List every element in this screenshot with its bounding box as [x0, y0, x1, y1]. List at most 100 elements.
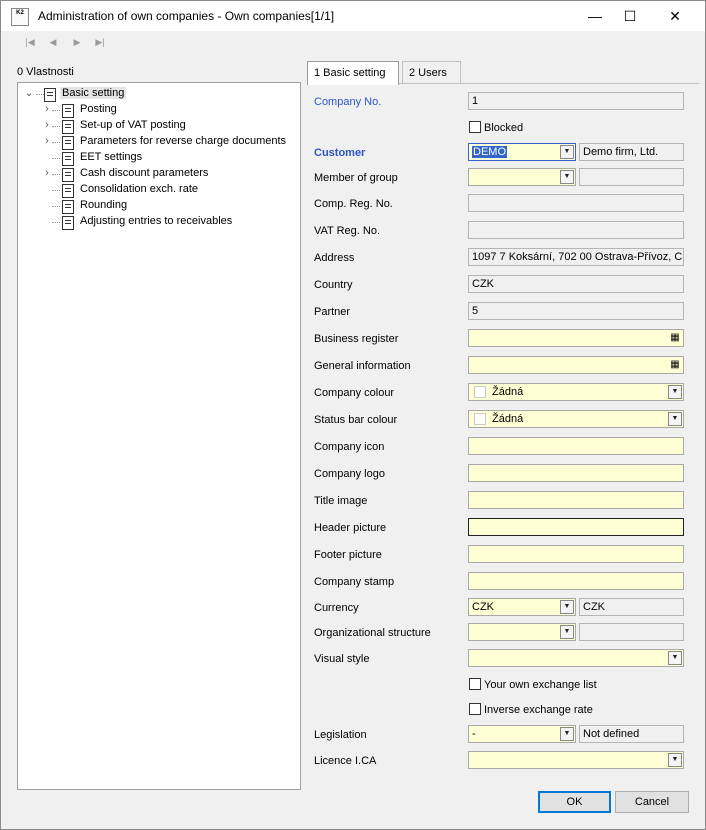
address-label: Address	[314, 252, 355, 264]
tree-item-label: Adjusting entries to receivables	[80, 215, 233, 227]
company-stamp-field[interactable]	[468, 572, 684, 590]
dropdown-arrow-icon[interactable]: ▼	[560, 600, 574, 614]
member-of-group-select[interactable]: ▼	[468, 168, 576, 186]
document-icon	[44, 88, 56, 102]
blocked-checkbox[interactable]	[469, 121, 481, 133]
navigation-toolbar: |◀ ◀ ▶ ▶|	[1, 31, 705, 53]
legislation-value: -	[472, 728, 476, 740]
settings-tree[interactable]: ⌄ Basic setting › Posting › Set-up of VA…	[17, 82, 301, 790]
general-information-field[interactable]: ▦	[468, 356, 684, 374]
dropdown-arrow-icon[interactable]: ▼	[560, 625, 574, 639]
company-colour-select[interactable]: Žádná ▼	[468, 383, 684, 401]
tree-item-label: Posting	[80, 103, 117, 115]
visual-style-label: Visual style	[314, 653, 370, 665]
tab-users[interactable]: 2 Users	[402, 61, 461, 84]
footer-picture-label: Footer picture	[314, 549, 382, 561]
calendar-icon[interactable]: ▦	[669, 359, 681, 371]
title-image-field[interactable]	[468, 491, 684, 509]
dropdown-arrow-icon[interactable]: ▼	[560, 170, 574, 184]
customer-name-field: Demo firm, Ltd.	[579, 143, 684, 161]
business-register-label: Business register	[314, 333, 399, 345]
partner-label: Partner	[314, 306, 351, 318]
company-logo-field[interactable]	[468, 464, 684, 482]
dropdown-arrow-icon[interactable]: ▼	[560, 145, 574, 159]
tree-item-label: Cash discount parameters	[80, 167, 209, 179]
last-record-icon[interactable]: ▶|	[93, 35, 107, 49]
partner-field[interactable]: 5	[468, 302, 684, 320]
organizational-structure-select[interactable]: ▼	[468, 623, 576, 641]
currency-name-field: CZK	[579, 598, 684, 616]
organizational-structure-label: Organizational structure	[314, 627, 431, 639]
left-panel-caption: 0 Vlastnosti	[17, 66, 74, 78]
document-icon	[62, 184, 74, 198]
dropdown-arrow-icon[interactable]: ▼	[668, 412, 682, 426]
chevron-down-icon[interactable]: ⌄	[24, 86, 34, 102]
previous-record-icon[interactable]: ◀	[46, 35, 60, 49]
company-no-field[interactable]: 1	[468, 92, 684, 110]
vat-reg-no-field[interactable]	[468, 221, 684, 239]
title-bar: K2 Administration of own companies - Own…	[1, 1, 705, 31]
document-icon	[62, 200, 74, 214]
status-bar-colour-select[interactable]: Žádná ▼	[468, 410, 684, 428]
member-of-group-label: Member of group	[314, 172, 398, 184]
company-colour-label: Company colour	[314, 387, 395, 399]
legislation-select[interactable]: - ▼	[468, 725, 576, 743]
next-record-icon[interactable]: ▶	[70, 35, 84, 49]
company-icon-label: Company icon	[314, 441, 385, 453]
company-no-label: Company No.	[314, 96, 382, 108]
document-icon	[62, 152, 74, 166]
blocked-label: Blocked	[484, 122, 524, 134]
document-icon	[62, 120, 74, 134]
chevron-right-icon[interactable]: ›	[42, 134, 52, 150]
business-register-field[interactable]: ▦	[468, 329, 684, 347]
company-icon-field[interactable]	[468, 437, 684, 455]
currency-value: CZK	[472, 601, 494, 613]
dropdown-arrow-icon[interactable]: ▼	[668, 651, 682, 665]
tree-item-label: Set-up of VAT posting	[80, 119, 186, 131]
own-exchange-list-label: Your own exchange list	[484, 679, 597, 691]
header-picture-field[interactable]	[468, 518, 684, 536]
cancel-button[interactable]: Cancel	[615, 791, 689, 813]
calendar-icon[interactable]: ▦	[669, 332, 681, 344]
footer-picture-field[interactable]	[468, 545, 684, 563]
country-field[interactable]: CZK	[468, 275, 684, 293]
chevron-right-icon[interactable]: ›	[42, 102, 52, 118]
dropdown-arrow-icon[interactable]: ▼	[668, 385, 682, 399]
licence-ica-label: Licence I.CA	[314, 755, 377, 767]
licence-ica-select[interactable]: ▼	[468, 751, 684, 769]
tree-item-label: Parameters for reverse charge documents	[80, 135, 287, 147]
tree-item-label: Rounding	[80, 199, 128, 211]
title-image-label: Title image	[314, 495, 368, 507]
company-colour-value: Žádná	[492, 386, 524, 398]
customer-select[interactable]: DEMO ▼	[468, 143, 576, 161]
legislation-name-field: Not defined	[579, 725, 684, 743]
currency-select[interactable]: CZK ▼	[468, 598, 576, 616]
dropdown-arrow-icon[interactable]: ▼	[668, 753, 682, 767]
company-logo-label: Company logo	[314, 468, 385, 480]
maximize-icon[interactable]: ☐	[608, 1, 652, 31]
address-field[interactable]: 1097 7 Koksární, 702 00 Ostrava-Přívoz, …	[468, 248, 684, 266]
document-icon	[62, 168, 74, 182]
tab-basic-setting[interactable]: 1 Basic setting	[307, 61, 399, 85]
vat-reg-no-label: VAT Reg. No.	[314, 225, 381, 237]
document-icon	[62, 216, 74, 230]
close-icon[interactable]: ✕	[653, 1, 697, 31]
own-exchange-list-checkbox[interactable]	[469, 678, 481, 690]
dialog-window: K2 Administration of own companies - Own…	[0, 0, 706, 830]
comp-reg-no-field[interactable]	[468, 194, 684, 212]
visual-style-select[interactable]: ▼	[468, 649, 684, 667]
legislation-label: Legislation	[314, 729, 367, 741]
country-label: Country	[314, 279, 353, 291]
inverse-exchange-rate-label: Inverse exchange rate	[484, 704, 593, 716]
ok-button[interactable]: OK	[538, 791, 611, 813]
document-icon	[62, 104, 74, 118]
dropdown-arrow-icon[interactable]: ▼	[560, 727, 574, 741]
document-icon	[62, 136, 74, 150]
chevron-right-icon[interactable]: ›	[42, 166, 52, 182]
inverse-exchange-rate-checkbox[interactable]	[469, 703, 481, 715]
chevron-right-icon[interactable]: ›	[42, 118, 52, 134]
status-bar-colour-label: Status bar colour	[314, 414, 398, 426]
color-swatch-icon	[474, 386, 486, 399]
comp-reg-no-label: Comp. Reg. No.	[314, 198, 393, 210]
first-record-icon[interactable]: |◀	[23, 35, 37, 49]
